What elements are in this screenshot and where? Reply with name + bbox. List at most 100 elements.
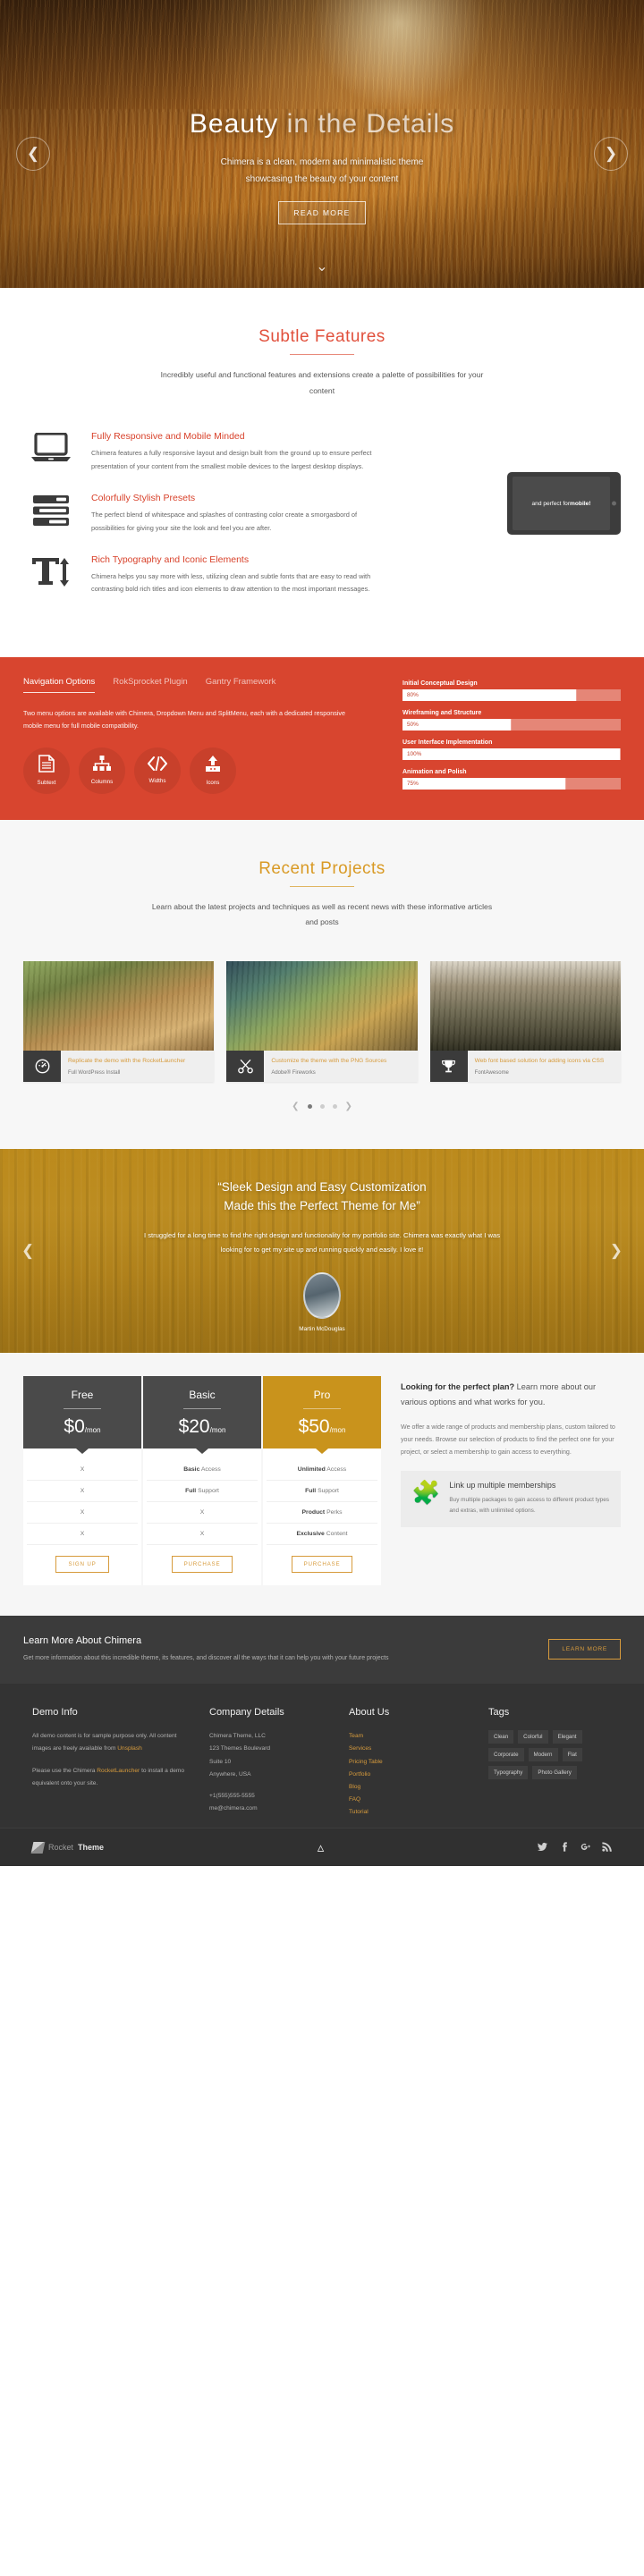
feature-text: Rich Typography and Iconic Elements Chim… — [91, 554, 381, 596]
hero-next-arrow[interactable]: ❯ — [594, 137, 628, 171]
project-card[interactable]: Replicate the demo with the RocketLaunch… — [23, 961, 215, 1082]
tab-gantry-framework[interactable]: Gantry Framework — [206, 677, 276, 693]
progress-value: 80% — [407, 691, 419, 698]
plan-features: Unlimited Access Full Support Product Pe… — [263, 1448, 381, 1545]
plan-signup-button[interactable]: SIGN UP — [55, 1555, 109, 1573]
projects-prev-arrow[interactable]: ❮ — [292, 1102, 299, 1111]
about-link-faq[interactable]: FAQ — [349, 1794, 472, 1806]
presets-bars-icon — [23, 493, 79, 535]
page-root: ❮ ❯ Beauty in the Details Chimera is a c… — [0, 0, 644, 1867]
rss-icon[interactable] — [602, 1842, 612, 1854]
unsplash-link[interactable]: Unsplash — [117, 1745, 142, 1752]
company-line: Anywhere, USA — [209, 1770, 251, 1778]
projects-section: Recent Projects Learn about the latest p… — [0, 819, 644, 1149]
chevron-left-icon: ❮ — [26, 145, 40, 162]
testimonial-quote-line1: “Sleek Design and Easy Customization — [217, 1179, 427, 1194]
tag-flat[interactable]: Flat — [562, 1748, 582, 1762]
plan-feature: X — [27, 1524, 138, 1545]
projects-next-arrow[interactable]: ❯ — [345, 1102, 352, 1111]
plan-feature-rest: X — [80, 1487, 85, 1494]
project-title: Web font based solution for adding icons… — [474, 1058, 605, 1065]
tag-colorful[interactable]: Colorful — [518, 1730, 548, 1744]
projects-title-rule — [290, 885, 354, 887]
rocket-theme-logo[interactable]: Rocket Theme — [30, 1841, 105, 1854]
projects-dot-1[interactable] — [307, 1103, 312, 1109]
showcase-item-columns[interactable]: Columns — [79, 747, 125, 794]
testimonial-prev-arrow[interactable]: ❮ — [21, 1242, 34, 1260]
project-image — [429, 961, 621, 1052]
project-text: Replicate the demo with the RocketLaunch… — [61, 1051, 215, 1082]
project-card[interactable]: Customize the theme with the PNG Sources… — [226, 961, 418, 1082]
plan-feature: Exclusive Content — [267, 1524, 377, 1545]
feature-item: Fully Responsive and Mobile Minded Chime… — [23, 431, 381, 473]
hero-read-more-button[interactable]: READ MORE — [278, 201, 366, 224]
tag-photo-gallery[interactable]: Photo Gallery — [532, 1766, 577, 1780]
typography-icon — [23, 554, 79, 596]
company-email[interactable]: me@chimera.com — [209, 1803, 333, 1815]
project-card[interactable]: Web font based solution for adding icons… — [429, 961, 621, 1082]
showcase-item-subtext[interactable]: Subtext — [23, 747, 70, 794]
showcase-item-icons[interactable]: Icons — [190, 747, 236, 794]
about-link-pricing-table[interactable]: Pricing Table — [349, 1756, 472, 1769]
footer: Demo Info All demo content is for sample… — [0, 1684, 644, 1829]
projects-grid: Replicate the demo with the RocketLaunch… — [0, 931, 644, 1082]
pricing-plan-free: Free $0/mon X X X X SIGN UP — [23, 1375, 141, 1585]
tag-clean[interactable]: Clean — [488, 1730, 514, 1744]
features-section: Subtle Features Incredibly useful and fu… — [0, 288, 644, 657]
testimonial-quote-line2: Made this the Perfect Theme for Me” — [224, 1198, 420, 1212]
hero-scroll-down-icon[interactable]: ⌄ — [316, 258, 327, 275]
about-link-services[interactable]: Services — [349, 1743, 472, 1755]
plan-purchase-button[interactable]: PURCHASE — [291, 1555, 353, 1573]
footer-demo-paragraph-2: Please use the Chimera RocketLauncher to… — [32, 1765, 193, 1790]
tag-corporate[interactable]: Corporate — [488, 1748, 524, 1762]
progress-track: 100% — [402, 747, 621, 760]
tag-elegant[interactable]: Elegant — [552, 1730, 582, 1744]
about-link-blog[interactable]: Blog — [349, 1781, 472, 1794]
pricing-side-heading: Looking for the perfect plan? Learn more… — [401, 1380, 621, 1410]
plan-feature: Full Support — [147, 1481, 258, 1502]
brand-name-b: Theme — [78, 1843, 105, 1853]
hero-prev-arrow[interactable]: ❮ — [16, 137, 50, 171]
showcase-item-label: Icons — [206, 779, 220, 786]
tab-roksprocket-plugin[interactable]: RokSprocket Plugin — [113, 677, 187, 693]
showcase-item-widths[interactable]: Widths — [134, 747, 181, 794]
plan-feature-rest: X — [80, 1465, 85, 1473]
about-link-tutorial[interactable]: Tutorial — [349, 1806, 472, 1819]
tag-list: Clean Colorful Elegant Corporate Modern … — [488, 1730, 612, 1780]
footer-column-demo-info: Demo Info All demo content is for sample… — [32, 1707, 193, 1819]
plan-price: $50/mon — [267, 1416, 377, 1438]
google-plus-icon[interactable] — [580, 1842, 590, 1854]
company-line: Chimera Theme, LLC — [209, 1733, 266, 1740]
about-link-portfolio[interactable]: Portfolio — [349, 1769, 472, 1781]
plan-features: X X X X — [23, 1448, 141, 1545]
scroll-to-top-button[interactable]: ▵ — [318, 1839, 325, 1855]
footer-column-company-details: Company Details Chimera Theme, LLC 123 T… — [209, 1707, 333, 1819]
projects-dot-2[interactable] — [319, 1103, 325, 1109]
cta-body: Get more information about this incredib… — [23, 1654, 389, 1661]
cta-learn-more-button[interactable]: LEARN MORE — [548, 1639, 621, 1660]
testimonial-body: I struggled for a long time to find the … — [143, 1231, 501, 1254]
footer-column-tags: Tags Clean Colorful Elegant Corporate Mo… — [488, 1707, 612, 1819]
hero-slider: ❮ ❯ Beauty in the Details Chimera is a c… — [0, 0, 644, 288]
tab-navigation-options[interactable]: Navigation Options — [23, 677, 96, 693]
testimonial-author: Martin McDouglas — [299, 1325, 345, 1332]
testimonial-next-arrow[interactable]: ❯ — [610, 1242, 623, 1260]
pricing-plan-pro: Pro $50/mon Unlimited Access Full Suppor… — [263, 1375, 381, 1585]
feature-body: Chimera helps you say more with less, ut… — [91, 571, 371, 594]
about-link-team[interactable]: Team — [349, 1730, 472, 1743]
rocketlauncher-link[interactable]: RocketLauncher — [97, 1768, 140, 1774]
tag-modern[interactable]: Modern — [528, 1748, 558, 1762]
tag-typography[interactable]: Typography — [488, 1766, 529, 1780]
facebook-icon[interactable] — [559, 1842, 569, 1854]
hero-title-strong: Beauty — [189, 109, 279, 139]
project-meta: Replicate the demo with the RocketLaunch… — [23, 1051, 215, 1082]
showcase-item-label: Widths — [148, 778, 166, 785]
projects-dot-3[interactable] — [332, 1103, 337, 1109]
footer-demo-text-a: All demo content is for sample purpose o… — [32, 1733, 177, 1753]
device-preview: and perfect for mobile! — [395, 431, 621, 616]
tablet-mockup: and perfect for mobile! — [507, 472, 621, 536]
hero-subtitle-line1: Chimera is a clean, modern and minimalis… — [220, 157, 424, 167]
twitter-icon[interactable] — [538, 1842, 547, 1854]
project-subtitle: FontAwesome — [474, 1069, 509, 1076]
plan-purchase-button[interactable]: PURCHASE — [171, 1555, 233, 1573]
